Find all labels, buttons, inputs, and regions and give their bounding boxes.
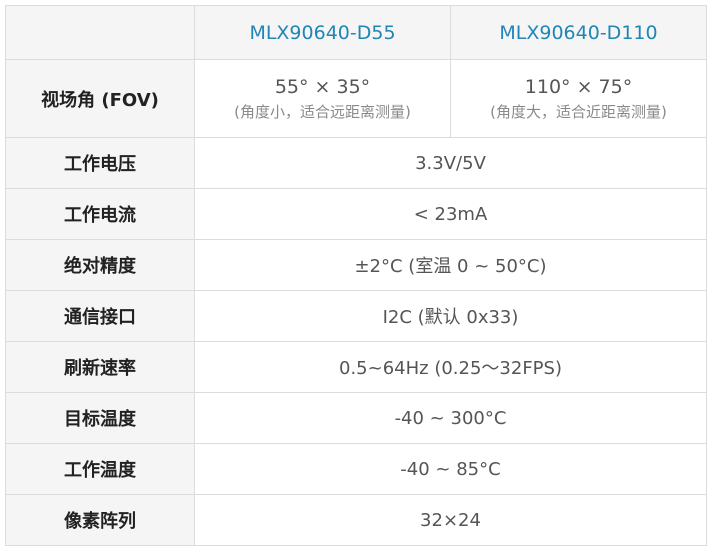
header-model-d110: MLX90640-D110 (450, 5, 707, 60)
row-value: -40 ~ 85°C (194, 443, 707, 495)
row-label-fov: 视场角 (FOV) (5, 59, 195, 138)
row-label: 刷新速率 (5, 341, 195, 393)
table-row-refresh-rate: 刷新速率 0.5~64Hz (0.25～32FPS) (5, 341, 707, 393)
fov-d110-note: (角度大，适合近距离测量) (490, 102, 667, 121)
table-row-accuracy: 绝对精度 ±2°C (室温 0 ~ 50°C) (5, 239, 707, 291)
row-value: ±2°C (室温 0 ~ 50°C) (194, 239, 707, 291)
row-label: 工作电压 (5, 137, 195, 189)
fov-d55-note: (角度小，适合远距离测量) (234, 102, 411, 121)
table-row-interface: 通信接口 I2C (默认 0x33) (5, 290, 707, 342)
row-label: 目标温度 (5, 392, 195, 444)
fov-d110-angle: 110° × 75° (524, 75, 633, 98)
table-row-voltage: 工作电压 3.3V/5V (5, 137, 707, 189)
fov-d55-angle: 55° × 35° (274, 75, 371, 98)
table-row-operating-temp: 工作温度 -40 ~ 85°C (5, 443, 707, 495)
row-label: 像素阵列 (5, 494, 195, 546)
row-label: 通信接口 (5, 290, 195, 342)
row-value: 32×24 (194, 494, 707, 546)
row-value: -40 ~ 300°C (194, 392, 707, 444)
row-label: 工作温度 (5, 443, 195, 495)
row-value: I2C (默认 0x33) (194, 290, 707, 342)
row-value: 3.3V/5V (194, 137, 707, 189)
header-corner-cell (5, 5, 195, 60)
row-value: 0.5~64Hz (0.25～32FPS) (194, 341, 707, 393)
spec-comparison-table: MLX90640-D55 MLX90640-D110 视场角 (FOV) 55°… (5, 5, 707, 546)
row-label: 工作电流 (5, 188, 195, 240)
header-row: MLX90640-D55 MLX90640-D110 (5, 5, 707, 60)
row-value: < 23mA (194, 188, 707, 240)
header-model-d55: MLX90640-D55 (194, 5, 451, 60)
fov-value-d110: 110° × 75° (角度大，适合近距离测量) (450, 59, 707, 138)
table-row-pixel-array: 像素阵列 32×24 (5, 494, 707, 546)
table-row-target-temp: 目标温度 -40 ~ 300°C (5, 392, 707, 444)
table-row-fov: 视场角 (FOV) 55° × 35° (角度小，适合远距离测量) 110° ×… (5, 59, 707, 138)
fov-value-d55: 55° × 35° (角度小，适合远距离测量) (194, 59, 451, 138)
row-label: 绝对精度 (5, 239, 195, 291)
table-row-current: 工作电流 < 23mA (5, 188, 707, 240)
